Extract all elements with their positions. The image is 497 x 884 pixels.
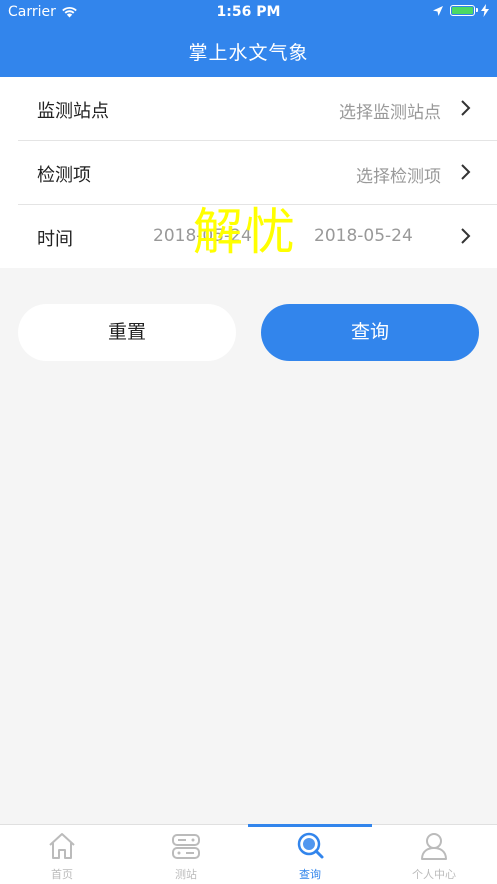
app-header: Carrier 1:56 PM 掌上水文气象 (0, 0, 497, 77)
active-tab-indicator (248, 824, 372, 827)
status-time: 1:56 PM (216, 4, 281, 20)
status-right-group (432, 4, 489, 17)
status-bar: Carrier 1:56 PM (0, 0, 497, 26)
page-title: 掌上水文气象 (188, 42, 309, 64)
item-placeholder: 选择检测项 (356, 167, 441, 187)
station-placeholder: 选择监测站点 (339, 103, 441, 123)
tab-query-label: 查询 (299, 868, 321, 881)
end-date-value[interactable]: 2018-05-24 (314, 226, 413, 246)
item-select-row[interactable]: 检测项 选择检测项 (18, 141, 497, 205)
station-icon (172, 834, 200, 859)
tab-bar: 首页 测站 查询 个人中心 (0, 824, 497, 884)
tab-home[interactable]: 首页 (0, 825, 124, 884)
reset-button[interactable]: 重置 (18, 304, 236, 361)
battery-icon (450, 5, 478, 16)
watermark-text: 解忧 (193, 203, 297, 261)
tab-home-label: 首页 (51, 868, 73, 881)
search-icon (297, 832, 324, 859)
chevron-right-icon (461, 100, 471, 116)
tab-profile[interactable]: 个人中心 (372, 825, 496, 884)
item-label: 检测项 (37, 165, 91, 186)
chevron-right-icon (461, 164, 471, 180)
location-arrow-icon (433, 5, 443, 16)
tab-query[interactable]: 查询 (248, 824, 372, 884)
station-label: 监测站点 (37, 101, 109, 122)
user-icon (421, 833, 447, 860)
chevron-right-icon (461, 228, 471, 244)
time-label: 时间 (37, 229, 73, 250)
home-icon (49, 833, 75, 859)
tab-station[interactable]: 测站 (124, 825, 248, 884)
tab-station-label: 测站 (175, 868, 197, 881)
station-select-row[interactable]: 监测站点 选择监测站点 (18, 77, 497, 141)
charging-bolt-icon (481, 4, 489, 17)
query-button[interactable]: 查询 (261, 304, 479, 361)
tab-profile-label: 个人中心 (412, 868, 456, 881)
